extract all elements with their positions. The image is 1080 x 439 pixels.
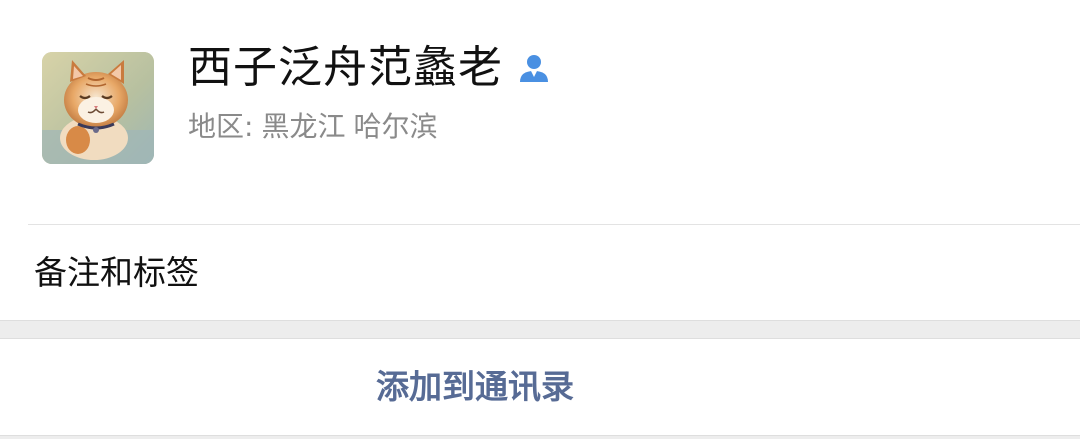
region-label: 地区: <box>188 110 254 143</box>
bottom-separator <box>0 435 1080 439</box>
region-province: 黑龙江 <box>261 110 346 143</box>
add-to-contacts-label: 添加到通讯录 <box>376 367 574 406</box>
remark-and-tags-label: 备注和标签 <box>34 253 199 292</box>
contact-profile-page: 西子泛舟范蠡老 地区: 黑龙江 哈尔滨 备注和标签 添加到通讯录 <box>0 0 1080 439</box>
region-row: 地区: 黑龙江 哈尔滨 <box>188 106 437 147</box>
remark-and-tags-row[interactable]: 备注和标签 <box>0 225 1080 320</box>
avatar[interactable] <box>42 52 154 164</box>
profile-header: 西子泛舟范蠡老 地区: 黑龙江 哈尔滨 <box>0 0 1080 224</box>
section-separator <box>0 320 1080 339</box>
nickname-row: 西子泛舟范蠡老 <box>188 42 551 94</box>
region-city: 哈尔滨 <box>353 110 438 143</box>
add-to-contacts-button[interactable]: 添加到通讯录 <box>0 339 1080 435</box>
person-icon <box>517 53 551 83</box>
cat-avatar-icon <box>42 52 154 164</box>
nickname: 西子泛舟范蠡老 <box>188 42 503 93</box>
